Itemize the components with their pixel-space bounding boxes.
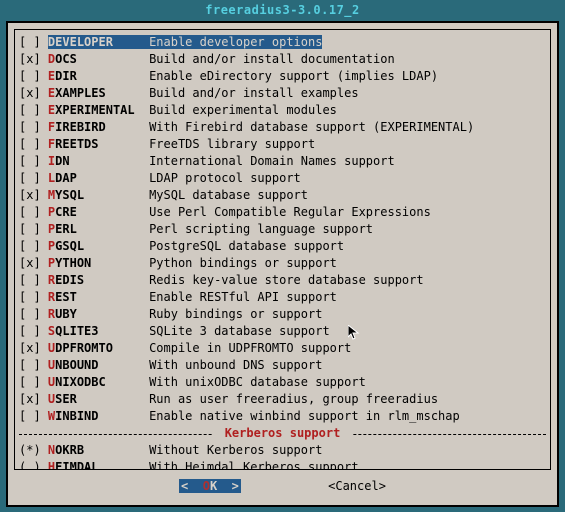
checkbox-option-experimental[interactable]: [ ] EXPERIMENTAL Build experimental modu…: [19, 102, 546, 119]
title-text: freeradius3-3.0.17_2: [205, 3, 360, 17]
radio-list[interactable]: (*) NOKRB Without Kerberos support( ) HE…: [19, 442, 546, 470]
checkbox-option-freetds[interactable]: [ ] FREETDS FreeTDS library support: [19, 136, 546, 153]
checkbox-option-rest[interactable]: [ ] REST Enable RESTful API support: [19, 289, 546, 306]
checkbox-option-perl[interactable]: [ ] PERL Perl scripting language support: [19, 221, 546, 238]
cancel-button[interactable]: <Cancel>: [328, 479, 386, 493]
button-bar: < OK > <Cancel>: [8, 474, 557, 505]
checkbox-option-user[interactable]: [x] USER Run as user freeradius, group f…: [19, 391, 546, 408]
checkbox-option-ldap[interactable]: [ ] LDAP LDAP protocol support: [19, 170, 546, 187]
checkbox-option-idn[interactable]: [ ] IDN International Domain Names suppo…: [19, 153, 546, 170]
checkbox-option-sqlite3[interactable]: [ ] SQLITE3 SQLite 3 database support: [19, 323, 546, 340]
ok-button[interactable]: < OK >: [179, 479, 241, 493]
checkbox-option-mysql[interactable]: [x] MYSQL MySQL database support: [19, 187, 546, 204]
checkbox-option-pgsql[interactable]: [ ] PGSQL PostgreSQL database support: [19, 238, 546, 255]
checkbox-option-pcre[interactable]: [ ] PCRE Use Perl Compatible Regular Exp…: [19, 204, 546, 221]
radio-group-header: Kerberos support: [19, 425, 546, 442]
radio-option-nokrb[interactable]: (*) NOKRB Without Kerberos support: [19, 442, 546, 459]
checkbox-option-developer[interactable]: [ ] DEVELOPER Enable developer options: [19, 34, 546, 51]
title-bar: freeradius3-3.0.17_2: [0, 0, 565, 21]
checkbox-option-unbound[interactable]: [ ] UNBOUND With unbound DNS support: [19, 357, 546, 374]
checkbox-option-udpfromto[interactable]: [x] UDPFROMTO Compile in UDPFROMTO suppo…: [19, 340, 546, 357]
options-dialog: [ ] DEVELOPER Enable developer options[x…: [6, 21, 559, 507]
checkbox-option-redis[interactable]: [ ] REDIS Redis key-value store database…: [19, 272, 546, 289]
radio-group-title: Kerberos support: [225, 426, 341, 440]
options-list[interactable]: [ ] DEVELOPER Enable developer options[x…: [19, 34, 546, 425]
checkbox-option-unixodbc[interactable]: [ ] UNIXODBC With unixODBC database supp…: [19, 374, 546, 391]
checkbox-option-edir[interactable]: [ ] EDIR Enable eDirectory support (impl…: [19, 68, 546, 85]
checkbox-option-examples[interactable]: [x] EXAMPLES Build and/or install exampl…: [19, 85, 546, 102]
checkbox-option-ruby[interactable]: [ ] RUBY Ruby bindings or support: [19, 306, 546, 323]
checkbox-option-docs[interactable]: [x] DOCS Build and/or install documentat…: [19, 51, 546, 68]
checkbox-option-firebird[interactable]: [ ] FIREBIRD With Firebird database supp…: [19, 119, 546, 136]
checkbox-option-winbind[interactable]: [ ] WINBIND Enable native winbind suppor…: [19, 408, 546, 425]
options-box: [ ] DEVELOPER Enable developer options[x…: [14, 29, 551, 470]
radio-option-heimdal[interactable]: ( ) HEIMDAL With Heimdal Kerberos suppor…: [19, 459, 546, 470]
checkbox-option-python[interactable]: [x] PYTHON Python bindings or support: [19, 255, 546, 272]
